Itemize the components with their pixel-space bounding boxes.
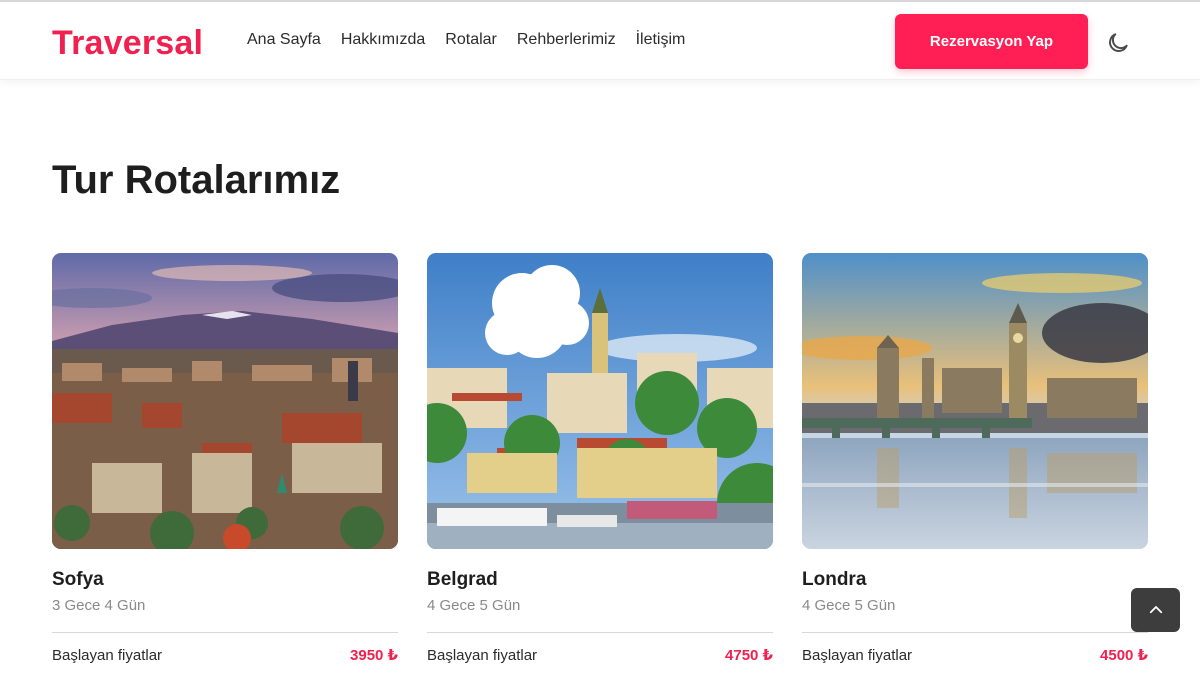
route-duration: 4 Gece 5 Gün: [802, 597, 896, 614]
card-footer: Başlayan fiyatlar 3950 ₺: [52, 646, 398, 665]
card-divider: [52, 632, 398, 633]
nav-link-contact[interactable]: İletişim: [636, 31, 686, 49]
price-label: Başlayan fiyatlar: [427, 646, 538, 664]
moon-icon[interactable]: [1105, 30, 1131, 56]
price-value: 4750 ₺: [725, 647, 773, 664]
navbar: Traversal Ana Sayfa Hakkımızda Rotalar R…: [0, 2, 1200, 80]
card-footer: Başlayan fiyatlar 4500 ₺: [802, 646, 1148, 665]
route-card-belgrad[interactable]: Belgrad 4 Gece 5 Gün Başlayan fiyatlar 4…: [427, 253, 773, 664]
nav-link-home[interactable]: Ana Sayfa: [247, 31, 321, 49]
section-title: Tur Rotalarımız: [52, 158, 341, 202]
brand-logo[interactable]: Traversal: [52, 24, 203, 63]
card-footer: Başlayan fiyatlar 4750 ₺: [427, 646, 773, 665]
price-value: 4500 ₺: [1100, 647, 1148, 664]
back-to-top-button[interactable]: [1131, 588, 1180, 632]
card-divider: [802, 632, 1148, 633]
price-value: 3950 ₺: [350, 647, 398, 664]
route-image-londra[interactable]: [802, 253, 1148, 549]
nav-link-guides[interactable]: Rehberlerimiz: [517, 31, 616, 49]
price-label: Başlayan fiyatlar: [52, 646, 163, 664]
route-image-belgrad[interactable]: [427, 253, 773, 549]
route-name[interactable]: Sofya: [52, 569, 398, 591]
main-nav: Ana Sayfa Hakkımızda Rotalar Rehberlerim…: [247, 31, 705, 49]
route-image-sofya[interactable]: [52, 253, 398, 549]
nav-link-about[interactable]: Hakkımızda: [341, 31, 425, 49]
card-divider: [427, 632, 773, 633]
route-duration: 3 Gece 4 Gün: [52, 597, 146, 614]
route-card-londra[interactable]: Londra 4 Gece 5 Gün Başlayan fiyatlar 45…: [802, 253, 1148, 664]
nav-link-routes[interactable]: Rotalar: [445, 31, 497, 49]
chevron-up-icon: [1149, 606, 1162, 614]
reservation-button[interactable]: Rezervasyon Yap: [895, 14, 1088, 69]
route-card-sofya[interactable]: Sofya 3 Gece 4 Gün Başlayan fiyatlar 395…: [52, 253, 398, 664]
route-name[interactable]: Londra: [802, 569, 1148, 591]
route-name[interactable]: Belgrad: [427, 569, 773, 591]
route-duration: 4 Gece 5 Gün: [427, 597, 521, 614]
price-label: Başlayan fiyatlar: [802, 646, 913, 664]
